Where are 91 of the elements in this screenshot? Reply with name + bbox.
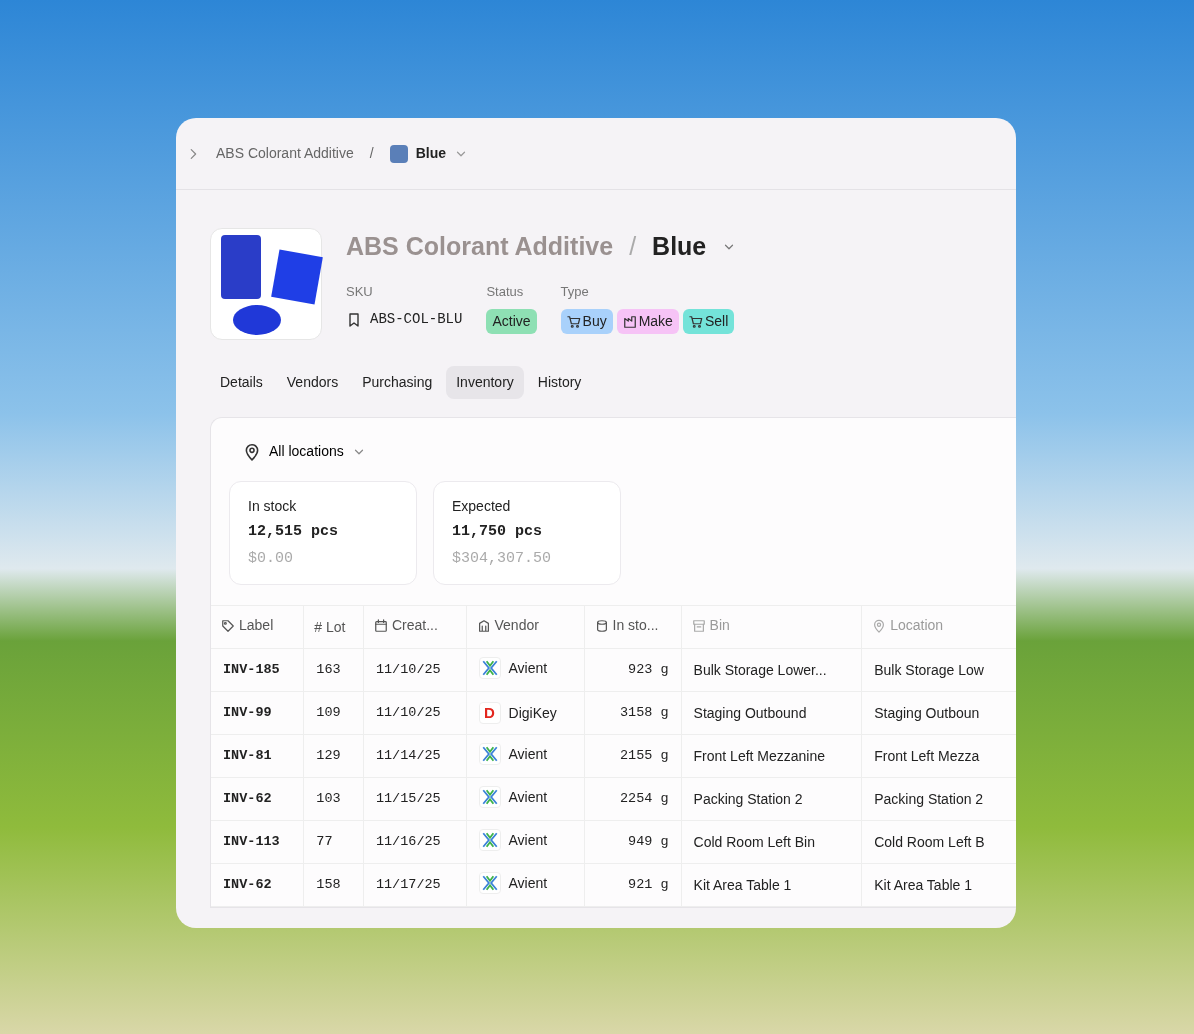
table-cell: 11/10/25: [363, 648, 466, 692]
location-pin-icon: [872, 618, 887, 633]
stat-value: $0.00: [248, 548, 294, 569]
status-badge: Active: [486, 309, 537, 334]
variant-name[interactable]: Blue: [652, 228, 707, 266]
column-header[interactable]: Vendor: [476, 615, 539, 637]
box-icon: [691, 618, 706, 633]
vendor-logo: D: [478, 702, 501, 724]
table-cell: 921 g: [584, 863, 682, 907]
tab[interactable]: Inventory: [446, 366, 524, 399]
table-cell: Front Left Mezza: [861, 734, 1016, 778]
type-badge: Buy: [560, 309, 613, 334]
table-cell: Packing Station 2: [681, 777, 862, 821]
breadcrumb-current[interactable]: Blue: [415, 143, 446, 164]
stat-amount: 12,515 pcs: [248, 522, 339, 542]
table-cell: Kit Area Table 1: [861, 863, 1016, 907]
vendor-logo-icon: [478, 786, 501, 808]
factory-icon: [622, 314, 637, 329]
tab[interactable]: Vendors: [276, 366, 349, 399]
product-name: ABS Colorant Additive: [346, 231, 614, 262]
location-dropdown[interactable]: All locations: [237, 440, 372, 463]
cart-icon: [566, 314, 581, 329]
vendor-logo-icon: [478, 743, 501, 765]
vendor-logo-icon: [478, 829, 501, 851]
vendor-name: DigiKey: [508, 703, 557, 723]
cart-icon: [688, 314, 703, 329]
title-separator: /: [629, 231, 637, 262]
table-cell: 11/17/25: [363, 863, 466, 907]
table-cell: 11/15/25: [363, 777, 466, 821]
table-cell: 158: [303, 863, 364, 907]
field-label: Status: [486, 282, 525, 301]
stat-value: $304,307.50: [452, 548, 553, 569]
vendor-logo-icon: [478, 872, 501, 894]
calendar-icon: [373, 618, 388, 633]
table-cell: 11/10/25: [363, 691, 466, 735]
tab[interactable]: History: [527, 366, 592, 399]
building-icon: [476, 618, 491, 633]
bookmark-icon: [346, 311, 362, 328]
table-cell: INV-185: [211, 648, 304, 692]
tab[interactable]: Details: [210, 366, 273, 399]
table-cell: 77: [303, 820, 364, 864]
stat-amount: 11,750 pcs: [452, 522, 543, 542]
table-cell: Packing Station 2: [861, 777, 1016, 821]
table-cell: 11/14/25: [363, 734, 466, 778]
thumbnail-photo: [389, 144, 408, 163]
table-cell: 2155 g: [584, 734, 682, 778]
location-pin-icon: [243, 442, 261, 461]
table-cell: 923 g: [584, 648, 682, 692]
table-cell: 11/16/25: [363, 820, 466, 864]
table-cell: Cold Room Left Bin: [681, 820, 862, 864]
table-cell: INV-81: [211, 734, 304, 778]
column-header[interactable]: In sto...: [594, 615, 659, 637]
table-cell: Kit Area Table 1: [681, 863, 862, 907]
column-header[interactable]: Creat...: [373, 615, 438, 637]
table-cell: INV-62: [211, 863, 304, 907]
vendor-name: Avient: [508, 744, 548, 764]
tag-icon: [221, 618, 235, 633]
table-cell: Bulk Storage Low: [861, 648, 1016, 692]
sku-value: ABS-COL-BLU: [370, 310, 463, 329]
table-cell: 3158 g: [584, 691, 682, 735]
table-cell: 163: [303, 648, 364, 692]
breadcrumb-link[interactable]: ABS Colorant Additive: [216, 143, 354, 164]
breadcrumb-separator: /: [369, 144, 374, 163]
column-header[interactable]: # Lot: [314, 616, 346, 638]
table-cell: INV-113: [211, 820, 304, 864]
type-badge: Sell: [682, 309, 735, 334]
type-badge: Make: [616, 309, 679, 334]
table-cell: Cold Room Left B: [861, 820, 1016, 864]
table-cell: Front Left Mezzanine: [681, 734, 862, 778]
table-cell: INV-99: [211, 691, 304, 735]
tab[interactable]: Purchasing: [352, 366, 443, 399]
vendor-name: Avient: [508, 787, 548, 807]
table-cell: 103: [303, 777, 364, 821]
cylinder-icon: [594, 618, 609, 633]
vendor-name: Avient: [508, 830, 548, 850]
table-cell: Bulk Storage Lower...: [681, 648, 862, 692]
stat-title: In stock: [248, 497, 298, 516]
field-label: Type: [560, 282, 590, 301]
table-cell: Staging Outboun: [861, 691, 1016, 735]
vendor-logo-icon: [478, 657, 501, 679]
table-cell: INV-62: [211, 777, 304, 821]
table-cell: Staging Outbound: [681, 691, 862, 735]
stat-title: Expected: [452, 497, 512, 516]
table-cell: 2254 g: [584, 777, 682, 821]
table-cell: 109: [303, 691, 364, 735]
column-header[interactable]: Label: [221, 615, 274, 637]
table-cell: 949 g: [584, 820, 682, 864]
vendor-name: Avient: [508, 658, 548, 678]
table-cell: 129: [303, 734, 364, 778]
vendor-name: Avient: [508, 873, 548, 893]
field-label: SKU: [346, 282, 374, 301]
